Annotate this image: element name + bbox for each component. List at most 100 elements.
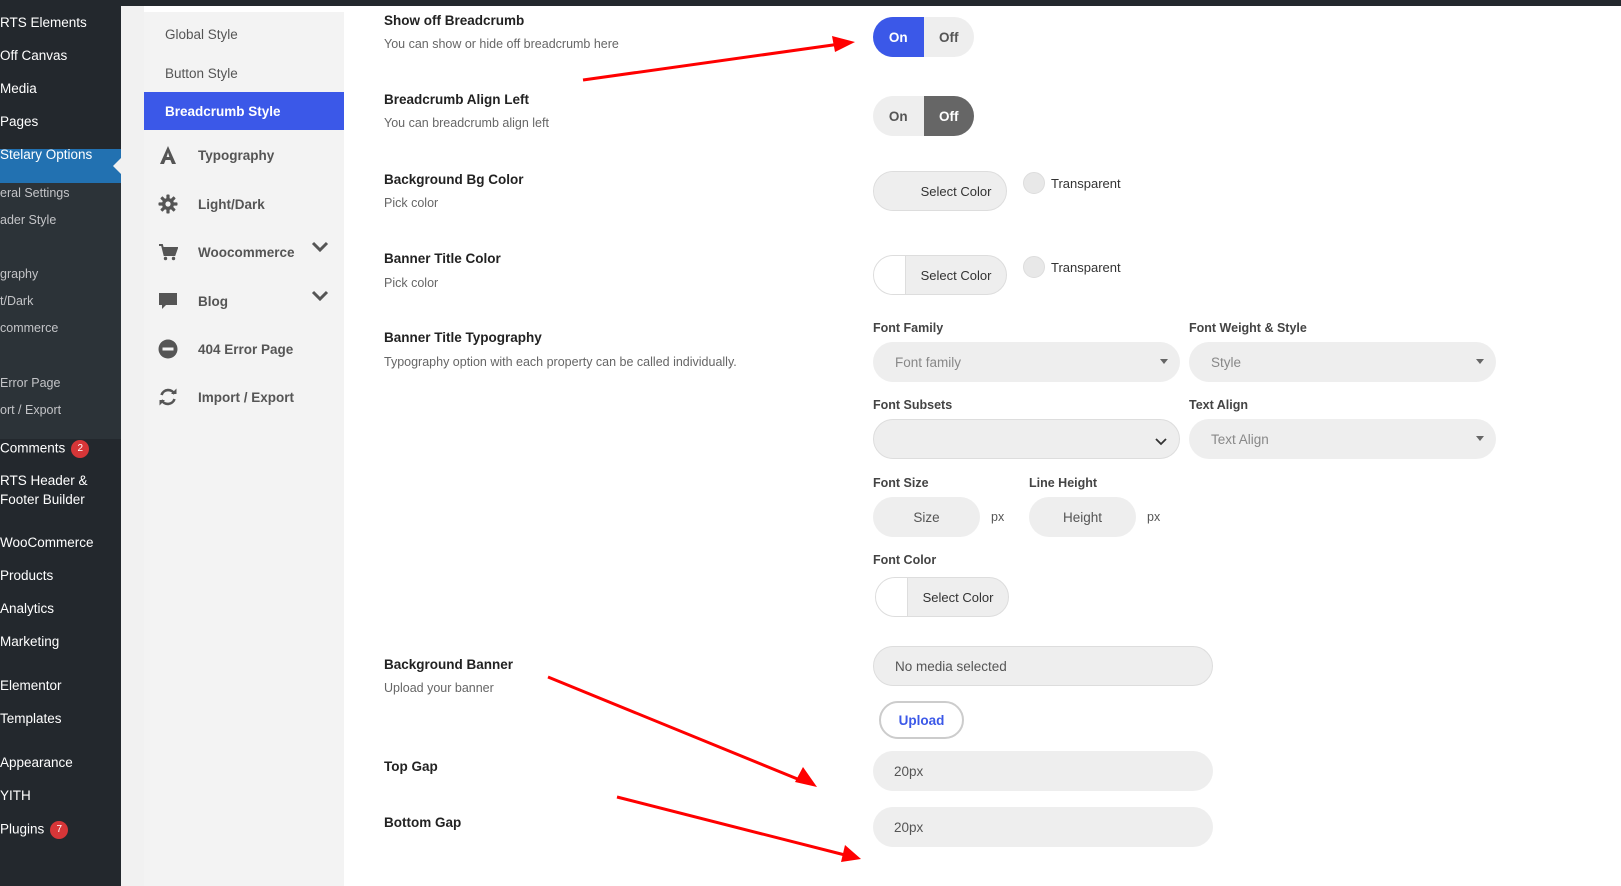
color-swatch	[874, 256, 906, 294]
wp-menu-rts-elements[interactable]: RTS Elements	[0, 15, 87, 30]
wp-menu-media[interactable]: Media	[0, 81, 37, 96]
bg-color-label: Background Bg Color	[384, 172, 524, 187]
media-field: No media selected	[873, 646, 1213, 686]
font-family-placeholder: Font family	[895, 354, 962, 370]
wp-menu-woocommerce[interactable]: WooCommerce	[0, 535, 94, 550]
show-breadcrumb-desc: You can show or hide off breadcrumb here	[384, 37, 619, 51]
show-breadcrumb-toggle[interactable]: On Off	[873, 17, 974, 57]
wp-menu-appearance[interactable]: Appearance	[0, 755, 73, 770]
align-left-desc: You can breadcrumb align left	[384, 116, 549, 130]
wp-submenu-woocommerce[interactable]: commerce	[0, 321, 58, 335]
wp-menu-analytics[interactable]: Analytics	[0, 601, 54, 616]
font-size-label: Font Size	[873, 476, 929, 490]
select-color-label: Select Color	[920, 267, 992, 283]
toggle-on-option[interactable]: On	[873, 17, 924, 57]
nav-breadcrumb-style[interactable]: Breadcrumb Style	[144, 92, 344, 130]
color-swatch	[874, 172, 906, 210]
nav-blog[interactable]: Blog	[144, 276, 344, 326]
wp-menu-off-canvas[interactable]: Off Canvas	[0, 48, 67, 63]
wp-menu-templates[interactable]: Templates	[0, 711, 62, 726]
transparent-checkbox[interactable]	[1023, 256, 1045, 278]
wp-menu-footer-builder[interactable]: Footer Builder	[0, 492, 85, 507]
wp-menu-comments[interactable]: Comments 2	[0, 440, 90, 458]
wp-menu-comments-label: Comments	[0, 440, 66, 456]
dropdown-caret-icon	[1476, 436, 1484, 441]
font-color-label: Font Color	[873, 553, 937, 567]
wp-submenu-loader-style[interactable]: ader Style	[0, 213, 56, 227]
font-size-unit: px	[991, 510, 1005, 524]
wp-submenu-error-page[interactable]: Error Page	[0, 376, 60, 390]
align-left-toggle[interactable]: On Off	[873, 96, 974, 136]
wp-submenu-light-dark[interactable]: t/Dark	[0, 294, 33, 308]
font-subsets-select[interactable]	[873, 419, 1180, 459]
wp-menu-elementor[interactable]: Elementor	[0, 678, 62, 693]
wp-menu-stelary-options[interactable]: Stelary Options	[0, 147, 92, 162]
comments-count-badge: 2	[71, 440, 90, 458]
typography-label: Banner Title Typography	[384, 330, 542, 345]
bg-color-picker-button[interactable]: Select Color	[873, 171, 1007, 211]
wp-menu-marketing[interactable]: Marketing	[0, 634, 59, 649]
nav-woocommerce-label: Woocommerce	[198, 244, 295, 260]
wp-submenu-import-export[interactable]: ort / Export	[0, 403, 61, 417]
nav-import-export[interactable]: Import / Export	[144, 372, 344, 422]
wp-submenu-general-settings[interactable]: eral Settings	[0, 186, 69, 200]
dropdown-caret-icon	[1476, 359, 1484, 364]
wp-menu-yith[interactable]: YITH	[0, 788, 31, 803]
dropdown-caret-icon	[1160, 359, 1168, 364]
top-gap-label: Top Gap	[384, 759, 438, 774]
font-weight-placeholder: Style	[1211, 354, 1242, 370]
nav-typography[interactable]: Typography	[144, 130, 344, 180]
cart-icon	[157, 241, 179, 263]
line-height-input[interactable]: Height	[1029, 497, 1136, 537]
plugins-count-badge: 7	[50, 821, 69, 839]
text-align-label: Text Align	[1189, 398, 1249, 412]
nav-global-style[interactable]: Global Style	[144, 15, 344, 53]
font-color-picker-button[interactable]: Select Color	[875, 577, 1009, 617]
wp-menu-plugins[interactable]: Plugins 7	[0, 821, 69, 839]
toggle-off-option[interactable]: Off	[923, 96, 974, 136]
show-breadcrumb-label: Show off Breadcrumb	[384, 13, 525, 28]
nav-button-style[interactable]: Button Style	[144, 54, 344, 92]
transparent-checkbox[interactable]	[1023, 172, 1045, 194]
nav-404-error[interactable]: 404 Error Page	[144, 324, 344, 374]
wp-menu-pages[interactable]: Pages	[0, 114, 38, 129]
typography-desc: Typography option with each property can…	[384, 355, 737, 369]
font-family-select[interactable]: Font family	[873, 342, 1180, 382]
title-color-transparent-option[interactable]: Transparent	[1023, 256, 1121, 278]
bg-banner-label: Background Banner	[384, 657, 514, 672]
select-color-label: Select Color	[922, 589, 994, 605]
nav-light-dark-label: Light/Dark	[198, 196, 265, 212]
minus-circle-icon	[157, 338, 179, 360]
nav-light-dark[interactable]: Light/Dark	[144, 179, 344, 229]
toggle-on-option[interactable]: On	[873, 96, 924, 136]
text-align-select[interactable]: Text Align	[1189, 419, 1496, 459]
bg-color-transparent-option[interactable]: Transparent	[1023, 172, 1121, 194]
color-swatch	[876, 578, 908, 616]
wp-menu-products[interactable]: Products	[0, 568, 53, 583]
font-weight-label: Font Weight & Style	[1189, 321, 1307, 335]
bottom-gap-label: Bottom Gap	[384, 815, 462, 830]
bg-color-desc: Pick color	[384, 196, 439, 210]
bottom-gap-input[interactable]: 20px	[873, 807, 1213, 847]
wp-submenu-typography[interactable]: graphy	[0, 267, 38, 281]
title-color-picker-button[interactable]: Select Color	[873, 255, 1007, 295]
title-color-desc: Pick color	[384, 276, 439, 290]
top-gap-input[interactable]: 20px	[873, 751, 1213, 791]
chevron-down-icon[interactable]	[311, 241, 329, 256]
nav-blog-label: Blog	[198, 293, 228, 309]
font-size-input[interactable]: Size	[873, 497, 980, 537]
nav-woocommerce[interactable]: Woocommerce	[144, 227, 344, 277]
chevron-down-icon[interactable]	[311, 290, 329, 305]
align-left-label: Breadcrumb Align Left	[384, 92, 530, 107]
nav-import-export-label: Import / Export	[198, 389, 295, 405]
comment-icon	[157, 290, 179, 312]
wp-menu-rts-header[interactable]: RTS Header &	[0, 473, 88, 488]
nav-typography-label: Typography	[198, 147, 275, 163]
font-family-label: Font Family	[873, 321, 944, 335]
line-height-unit: px	[1147, 510, 1161, 524]
transparent-label: Transparent	[1051, 259, 1121, 275]
upload-button[interactable]: Upload	[879, 701, 964, 739]
font-weight-select[interactable]: Style	[1189, 342, 1496, 382]
toggle-off-option[interactable]: Off	[924, 17, 975, 57]
text-align-placeholder: Text Align	[1211, 431, 1269, 447]
